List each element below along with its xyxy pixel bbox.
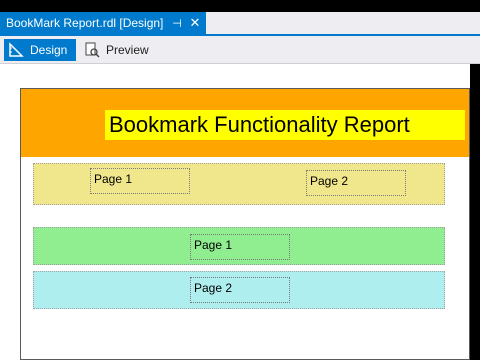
view-toolbar: Design Preview — [0, 36, 480, 64]
close-icon[interactable]: ✕ — [188, 15, 202, 31]
canvas-left-gutter — [0, 64, 20, 360]
preview-magnifier-icon — [85, 42, 100, 58]
report-header-band[interactable]: Bookmark Functionality Report — [21, 89, 469, 157]
preview-tab-label: Preview — [106, 43, 149, 57]
top-strip — [0, 0, 480, 12]
document-tab-row: BookMark Report.rdl [Design] ⊣ ✕ — [0, 12, 480, 34]
pin-icon[interactable]: ⊣ — [170, 17, 184, 30]
document-tab[interactable]: BookMark Report.rdl [Design] ⊣ ✕ — [0, 12, 206, 34]
design-canvas: Bookmark Functionality Report Page 1 Pag… — [0, 64, 480, 360]
page1-link-textbox[interactable]: Page 1 — [90, 168, 190, 194]
page1-rectangle[interactable]: Page 1 — [33, 227, 445, 265]
designer-window: BookMark Report.rdl [Design] ⊣ ✕ Design … — [0, 0, 480, 360]
page2-bookmark-label: Page 2 — [194, 281, 233, 295]
report-body[interactable]: Bookmark Functionality Report Page 1 Pag… — [20, 88, 470, 360]
design-tab-label: Design — [30, 43, 68, 57]
bookmark-links-rectangle[interactable]: Page 1 Page 2 — [33, 163, 445, 205]
design-tab-button[interactable]: Design — [4, 39, 76, 61]
design-ruler-icon — [9, 42, 24, 57]
page1-bookmark-label: Page 1 — [194, 238, 233, 252]
page1-bookmark-textbox[interactable]: Page 1 — [190, 234, 290, 260]
page1-link-label: Page 1 — [94, 172, 133, 186]
report-title-textbox[interactable]: Bookmark Functionality Report — [105, 110, 465, 140]
preview-tab-button[interactable]: Preview — [80, 39, 156, 61]
document-tab-title: BookMark Report.rdl [Design] — [6, 16, 164, 30]
page2-rectangle[interactable]: Page 2 — [33, 271, 445, 309]
report-title: Bookmark Functionality Report — [109, 112, 410, 137]
page2-link-textbox[interactable]: Page 2 — [306, 170, 406, 196]
canvas-right-edge — [470, 64, 480, 360]
page2-bookmark-textbox[interactable]: Page 2 — [190, 277, 290, 303]
page2-link-label: Page 2 — [310, 174, 349, 188]
